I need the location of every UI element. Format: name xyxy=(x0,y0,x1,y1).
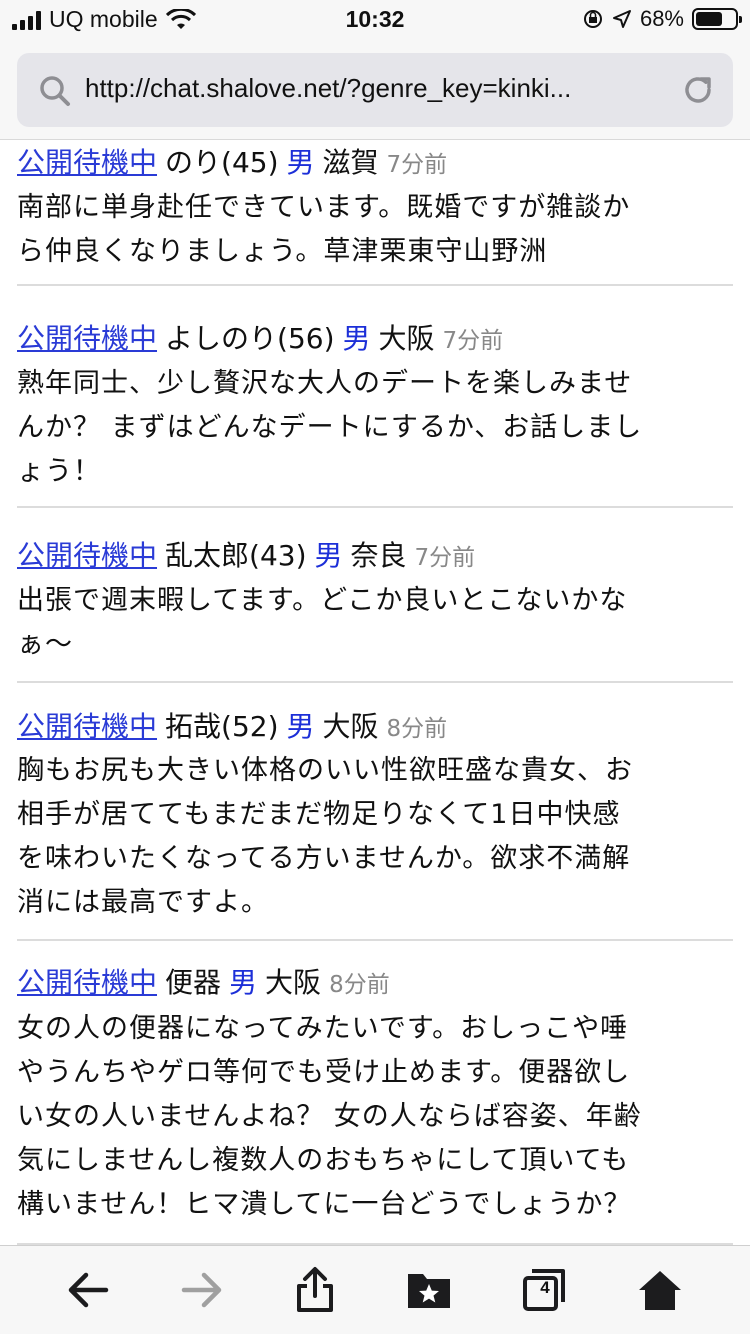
home-button[interactable] xyxy=(636,1266,684,1314)
tab-count: 4 xyxy=(540,1278,550,1297)
battery-icon xyxy=(692,8,742,30)
post-message-line: 消には最高ですよ。 xyxy=(17,887,269,918)
post-name: 乱太郎(43) xyxy=(165,539,307,572)
post-message-line: 南部に単身赴任できています。既婚ですが雑談か xyxy=(17,192,631,223)
post-message-line: 出張で週末暇してます。どこか良いとこないかな xyxy=(17,585,628,616)
post-status-link[interactable]: 公開待機中 xyxy=(17,966,157,999)
post-header: 公開待機中 よしのり(56) 男大阪 7分前 xyxy=(17,321,511,359)
post-item: 公開待機中 のり(45) 男滋賀 7分前 南部に単身赴任できています。既婚ですが雑談か… xyxy=(17,141,733,286)
post-area: 滋賀 xyxy=(322,146,379,179)
post-message-line: を味わいたくなってる方いませんか。欲求不満解 xyxy=(17,843,631,874)
post-area: 大阪 xyxy=(378,322,435,355)
post-area: 奈良 xyxy=(350,539,407,572)
back-button[interactable] xyxy=(64,1266,112,1314)
bookmark-folder-icon xyxy=(408,1274,450,1308)
reload-icon[interactable] xyxy=(681,73,715,107)
orientation-lock-icon xyxy=(583,10,602,28)
arrow-left-icon xyxy=(68,1272,109,1308)
post-list: 公開待機中 のり(45) 男滋賀 7分前 南部に単身赴任できています。既婚ですが雑談か… xyxy=(0,141,750,1245)
forward-button[interactable] xyxy=(178,1266,226,1314)
home-icon xyxy=(639,1271,681,1310)
post-time: 7分前 xyxy=(386,152,448,178)
arrow-right-icon xyxy=(181,1272,222,1308)
post-status-link[interactable]: 公開待機中 xyxy=(17,322,157,355)
search-icon xyxy=(40,76,70,106)
post-time: 7分前 xyxy=(442,328,504,354)
post-item: 公開待機中 拓哉(52) 男大阪 8分前 胸もお尻も大きい体格のいい性欲旺盛な貴女、お… xyxy=(17,683,733,941)
post-message-line: ょう！ xyxy=(17,456,101,487)
post-name: よしのり(56) xyxy=(165,322,335,355)
url-text[interactable]: http://chat.shalove.net/?genre_key=kinki… xyxy=(85,73,665,104)
post-status-link[interactable]: 公開待機中 xyxy=(17,710,157,743)
battery-percent: 68% xyxy=(639,6,684,31)
post-area: 大阪 xyxy=(322,710,379,743)
tabs-button[interactable]: 4 xyxy=(520,1266,568,1314)
post-message: 女の人の便器になってみたいです。おしっこや唾 やうんちやゲロ等何でも受け止めます… xyxy=(17,1007,733,1227)
post-message-line: ぁ〜 xyxy=(17,629,73,660)
post-header: 公開待機中 拓哉(52) 男大阪 8分前 xyxy=(17,709,455,747)
post-time: 7分前 xyxy=(414,545,476,571)
post-header: 公開待機中 のり(45) 男滋賀 7分前 xyxy=(17,145,455,183)
post-gender: 男 xyxy=(314,539,343,572)
post-name: のり(45) xyxy=(165,146,279,179)
post-message-line: やうんちやゲロ等何でも受け止めます。便器欲し xyxy=(17,1057,631,1088)
post-gender: 男 xyxy=(342,322,371,355)
post-status-link[interactable]: 公開待機中 xyxy=(17,539,157,572)
post-name: 拓哉(52) xyxy=(165,710,279,743)
post-area: 大阪 xyxy=(265,966,322,999)
post-time: 8分前 xyxy=(329,972,390,998)
post-message-line: んか？ まずはどんなデートにするか、お話しまし xyxy=(17,412,643,443)
post-time: 8分前 xyxy=(386,716,448,742)
address-bar[interactable]: http://chat.shalove.net/?genre_key=kinki… xyxy=(17,53,733,127)
post-item: 公開待機中 便器男大阪 8分前 女の人の便器になってみたいです。おしっこや唾 やうん… xyxy=(17,941,733,1245)
post-message-line: 熟年同士、少し贅沢な大人のデートを楽しみませ xyxy=(17,368,633,399)
post-status-link[interactable]: 公開待機中 xyxy=(17,146,157,179)
post-item: 公開待機中 乱太郎(43) 男奈良 7分前 出張で週末暇してます。どこか良いとこないか… xyxy=(17,508,733,683)
post-message-line: ら仲良くなりましょう。草津栗東守山野洲 xyxy=(17,236,548,267)
post-message-line: 女の人の便器になってみたいです。おしっこや唾 xyxy=(17,1013,629,1044)
post-message-line: い女の人いませんよね？ 女の人ならば容姿、年齢 xyxy=(17,1101,642,1132)
browser-address-area: http://chat.shalove.net/?genre_key=kinki… xyxy=(0,40,750,140)
share-button[interactable] xyxy=(291,1266,339,1314)
browser-toolbar: 4 xyxy=(0,1245,750,1334)
status-bar: UQ mobile 10:32 68% xyxy=(0,0,750,40)
post-name: 便器 xyxy=(165,966,222,999)
post-item: 公開待機中 よしのり(56) 男大阪 7分前 熟年同士、少し贅沢な大人のデートを楽しみ… xyxy=(17,286,733,508)
share-icon xyxy=(297,1267,333,1312)
post-header: 公開待機中 乱太郎(43) 男奈良 7分前 xyxy=(17,538,483,576)
post-header: 公開待機中 便器男大阪 8分前 xyxy=(17,965,398,1003)
post-message-line: 胸もお尻も大きい体格のいい性欲旺盛な貴女、お xyxy=(17,755,633,786)
post-gender: 男 xyxy=(286,146,315,179)
post-message-line: 気にしませんし複数人のおもちゃにして頂いても xyxy=(17,1145,630,1176)
post-message: 南部に単身赴任できています。既婚ですが雑談か ら仲良くなりましょう。草津栗東守山… xyxy=(17,186,733,274)
post-message: 胸もお尻も大きい体格のいい性欲旺盛な貴女、お 相手が居ててもまだまだ物足りなくて… xyxy=(17,749,733,925)
location-arrow-icon xyxy=(612,10,631,28)
post-message: 熟年同士、少し贅沢な大人のデートを楽しみませ んか？ まずはどんなデートにするか… xyxy=(17,362,733,494)
post-gender: 男 xyxy=(229,966,258,999)
bookmarks-button[interactable] xyxy=(405,1266,453,1314)
post-message: 出張で週末暇してます。どこか良いとこないかな ぁ〜 xyxy=(17,579,733,667)
post-gender: 男 xyxy=(286,710,315,743)
battery-fill xyxy=(696,12,722,26)
post-message-line: 相手が居ててもまだまだ物足りなくて1日中快感 xyxy=(17,799,621,830)
post-message-line: 構いません！ヒマ潰してに一台どうでしょうか？ xyxy=(17,1189,632,1220)
